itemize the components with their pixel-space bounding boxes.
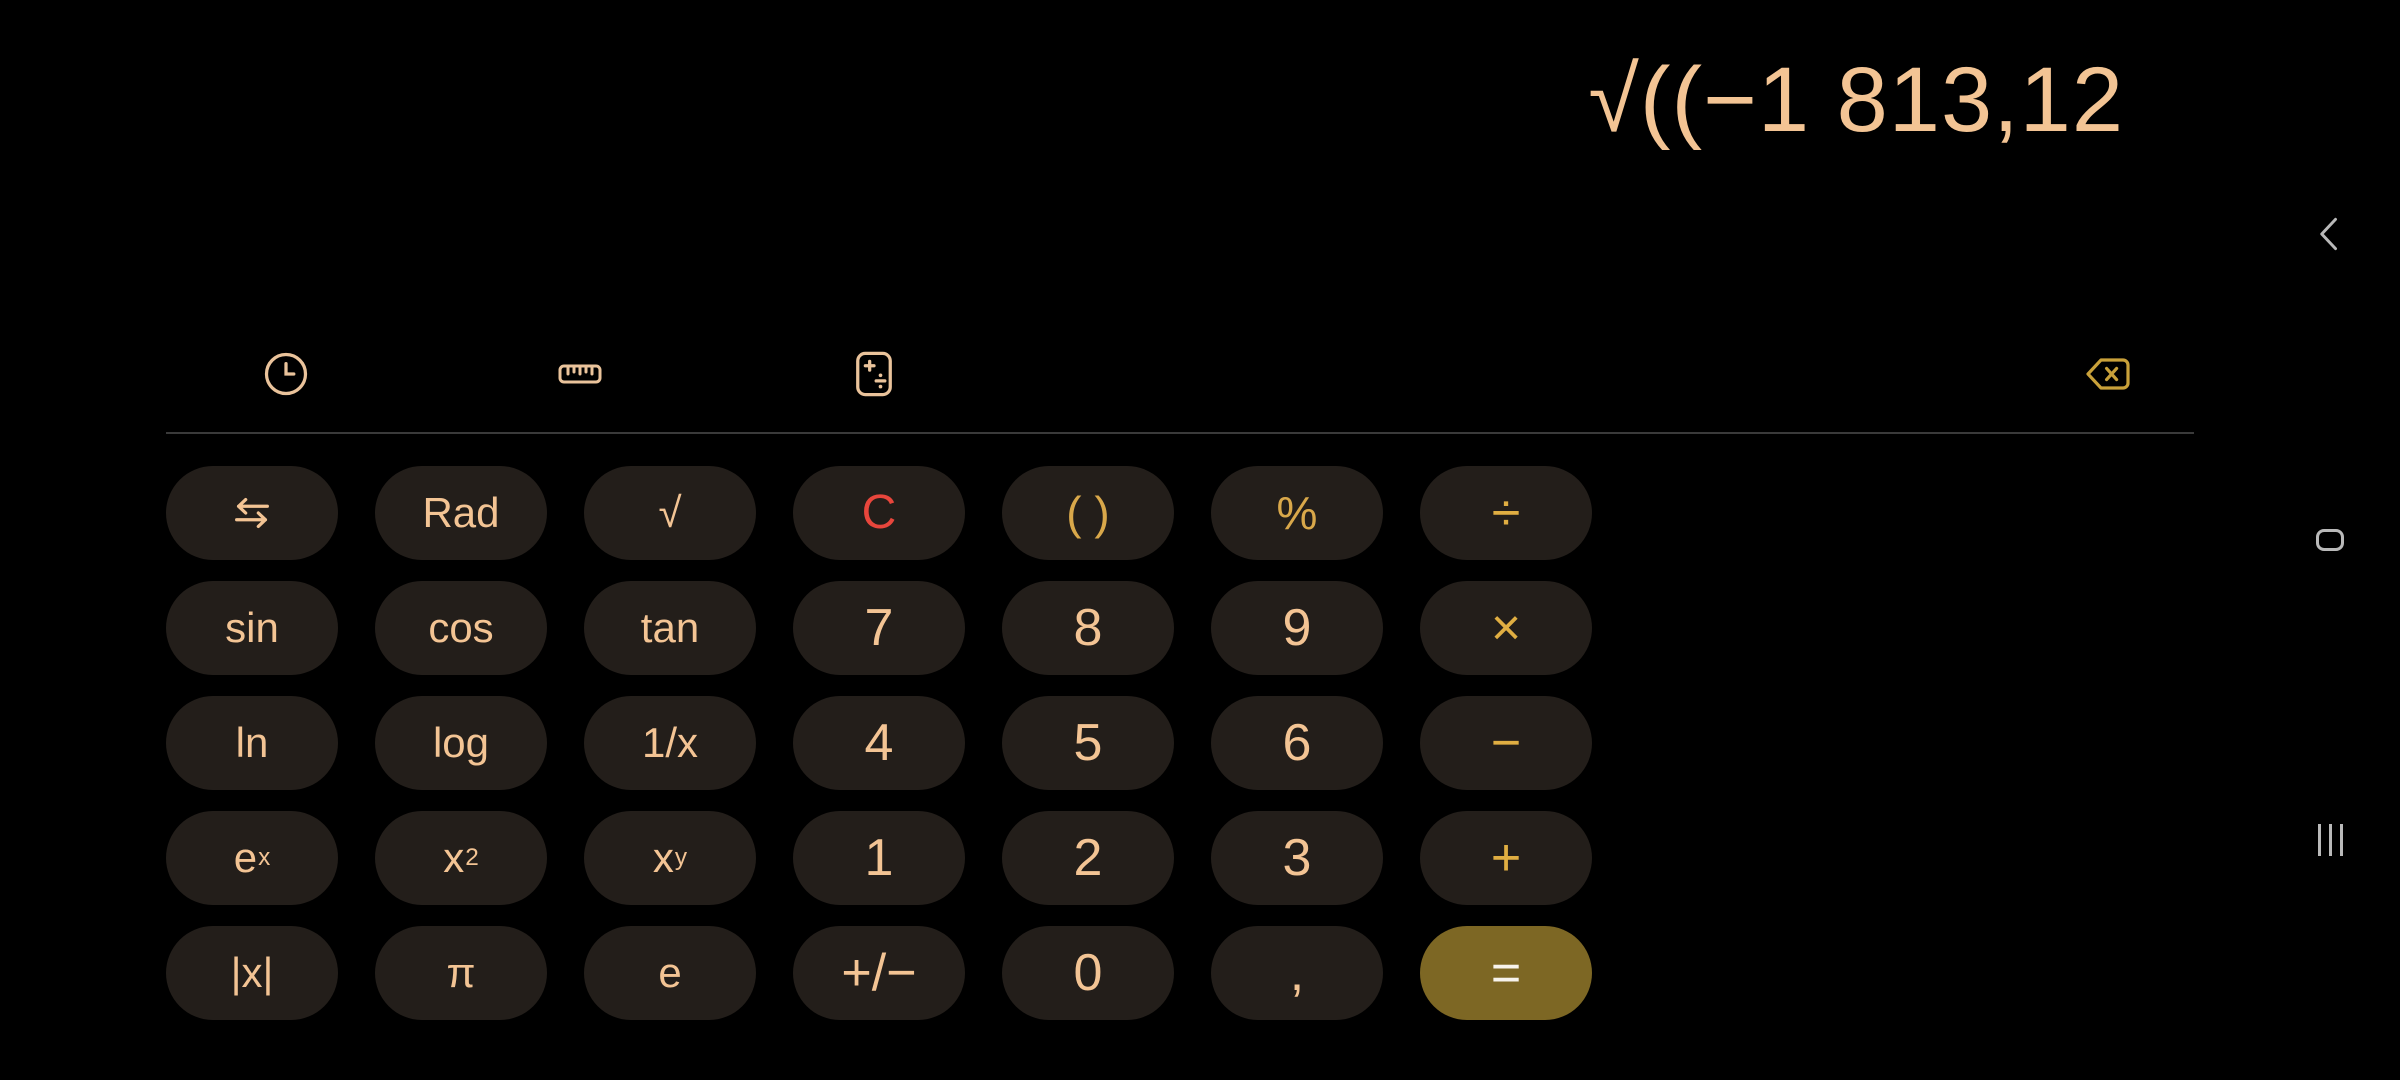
clock-icon [260, 348, 312, 405]
home-icon [2316, 529, 2344, 551]
key-digit-2[interactable]: 2 [1002, 811, 1174, 905]
key-label: e [233, 834, 258, 881]
key-label: π [446, 949, 476, 996]
key-pi[interactable]: π [375, 926, 547, 1020]
key-label: log [432, 719, 490, 766]
key-e-power-x[interactable]: ex [166, 811, 338, 905]
key-percent[interactable]: % [1211, 466, 1383, 560]
display-area[interactable]: √((−1 813,12 [0, 0, 2128, 200]
key-digit-4[interactable]: 4 [793, 696, 965, 790]
key-digit-9[interactable]: 9 [1211, 581, 1383, 675]
key-digit-6[interactable]: 6 [1211, 696, 1383, 790]
key-label: Rad [422, 489, 500, 536]
key-natural-log[interactable]: ln [166, 696, 338, 790]
key-label: × [1490, 599, 1522, 657]
nav-recent-button[interactable] [2260, 800, 2400, 880]
key-add[interactable]: + [1420, 811, 1592, 905]
android-navbar [2260, 0, 2400, 1080]
key-clear[interactable]: C [793, 466, 965, 560]
key-swap-mode[interactable] [166, 466, 338, 560]
key-equals[interactable]: = [1420, 926, 1592, 1020]
calculator-app: √((−1 813,12 Rad √ C () % ÷ sin cos tan… [0, 0, 2400, 1080]
key-label: 7 [864, 599, 894, 657]
calculator-button[interactable] [828, 330, 920, 422]
key-sign-toggle[interactable]: +/− [793, 926, 965, 1020]
key-absolute-value[interactable]: |x| [166, 926, 338, 1020]
nav-home-button[interactable] [2260, 500, 2400, 580]
key-label: 1 [864, 829, 894, 887]
key-label: 1/x [641, 719, 699, 766]
key-label: +/− [841, 944, 917, 1002]
key-label: 6 [1282, 714, 1312, 772]
key-log[interactable]: log [375, 696, 547, 790]
key-label: % [1276, 487, 1318, 539]
ruler-icon [552, 346, 608, 407]
swap-arrows-icon [229, 490, 275, 536]
key-digit-5[interactable]: 5 [1002, 696, 1174, 790]
key-label: 5 [1073, 714, 1103, 772]
key-label: , [1289, 944, 1305, 1002]
key-label: − [1490, 714, 1522, 772]
key-label: cos [428, 604, 494, 651]
calculator-icon [848, 348, 900, 405]
key-digit-0[interactable]: 0 [1002, 926, 1174, 1020]
key-label: C [861, 486, 897, 539]
converter-button[interactable] [534, 330, 626, 422]
key-subtract[interactable]: − [1420, 696, 1592, 790]
backspace-button[interactable] [2062, 330, 2154, 422]
key-square-root[interactable]: √ [584, 466, 756, 560]
key-label: √ [658, 489, 682, 536]
nav-back-button[interactable] [2260, 196, 2400, 276]
chevron-left-icon [2308, 212, 2352, 261]
toolbar-divider [166, 432, 2194, 434]
keypad: Rad √ C( )% ÷ sin cos tan 7 8 9 × ln log 1/x 4 5 6− e x x 2 x… [166, 466, 2196, 1026]
key-digit-1[interactable]: 1 [793, 811, 965, 905]
key-label: |x| [230, 949, 274, 996]
key-reciprocal[interactable]: 1/x [584, 696, 756, 790]
key-label: x [443, 834, 465, 881]
key-x-squared[interactable]: x2 [375, 811, 547, 905]
key-label: 2 [1073, 829, 1103, 887]
key-digit-7[interactable]: 7 [793, 581, 965, 675]
key-digit-3[interactable]: 3 [1211, 811, 1383, 905]
key-label: 4 [864, 714, 894, 772]
key-parentheses[interactable]: ( ) [1002, 466, 1174, 560]
key-cosine[interactable]: cos [375, 581, 547, 675]
key-tangent[interactable]: tan [584, 581, 756, 675]
key-label: x [652, 834, 674, 881]
key-sine[interactable]: sin [166, 581, 338, 675]
key-label: ÷ [1491, 484, 1521, 542]
key-label: tan [640, 604, 700, 651]
expression-text: √((−1 813,12 [1588, 49, 2124, 151]
key-multiply[interactable]: × [1420, 581, 1592, 675]
key-rad[interactable]: Rad [375, 466, 547, 560]
toolbar [166, 330, 2194, 422]
backspace-icon [2080, 346, 2136, 407]
key-label: e [658, 949, 682, 996]
key-label: 3 [1282, 829, 1312, 887]
key-label: ( ) [1066, 487, 1110, 539]
key-label: 9 [1282, 599, 1312, 657]
key-label: 0 [1073, 944, 1103, 1002]
recent-apps-icon [2317, 824, 2343, 856]
key-x-power-y[interactable]: xy [584, 811, 756, 905]
key-label: sin [225, 604, 279, 651]
key-label: 8 [1073, 599, 1103, 657]
key-label: = [1490, 944, 1522, 1002]
key-euler-number[interactable]: e [584, 926, 756, 1020]
key-digit-8[interactable]: 8 [1002, 581, 1174, 675]
key-label: + [1490, 829, 1522, 887]
history-button[interactable] [240, 330, 332, 422]
key-divide[interactable]: ÷ [1420, 466, 1592, 560]
key-decimal-comma[interactable]: , [1211, 926, 1383, 1020]
key-label: ln [235, 719, 269, 766]
